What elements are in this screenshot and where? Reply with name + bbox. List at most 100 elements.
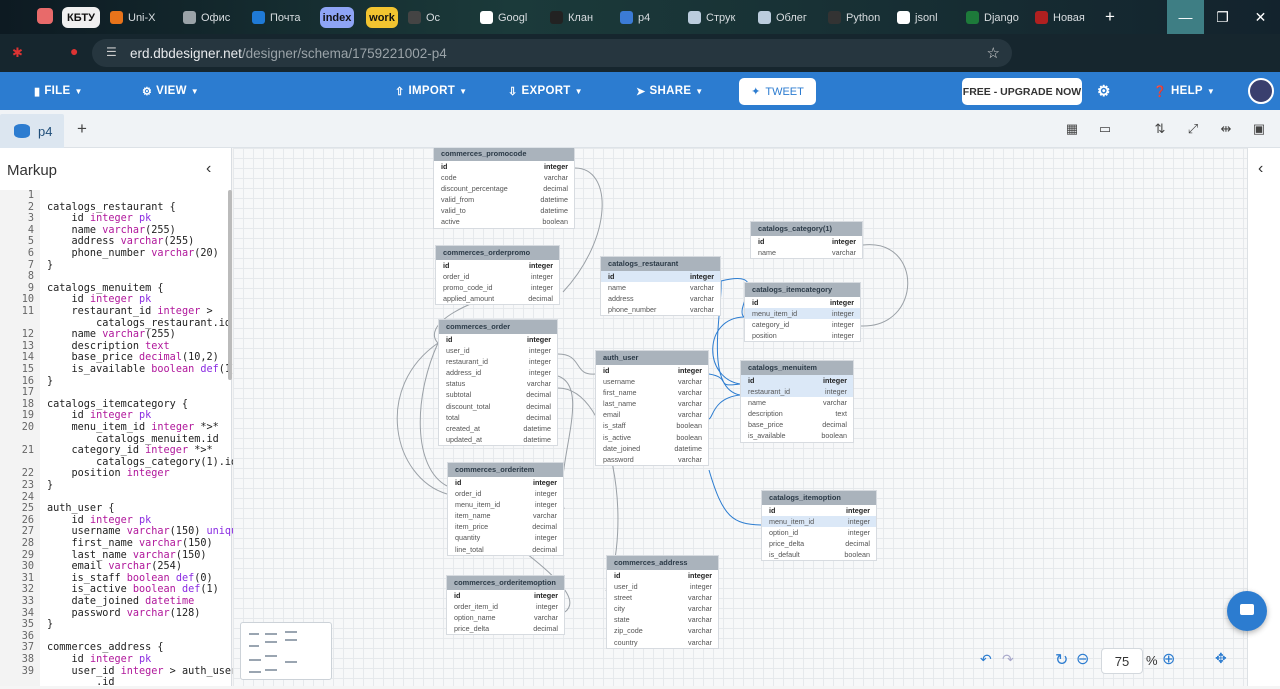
back-icon[interactable]: ✱ xyxy=(12,45,23,61)
er-table[interactable]: commerces_order id integer user_id integer re… xyxy=(438,319,558,446)
table-column-row[interactable]: city varchar xyxy=(607,603,718,614)
browser-tab[interactable]: Ос xyxy=(408,7,466,28)
table-column-row[interactable]: id integer xyxy=(434,161,574,172)
browser-tab[interactable]: Googl xyxy=(480,7,540,28)
expand-panel-icon[interactable]: ‹ xyxy=(1258,160,1263,178)
table-column-row[interactable]: user_id integer xyxy=(439,345,557,356)
browser-tab[interactable]: Uni-X xyxy=(110,7,170,28)
table-column-row[interactable]: id integer xyxy=(447,590,564,601)
bookmark-star-icon[interactable]: ☆ xyxy=(987,44,1000,62)
browser-tab[interactable]: Django xyxy=(966,7,1026,28)
browser-tab[interactable]: Облег xyxy=(758,7,818,28)
table-column-row[interactable]: id integer xyxy=(439,334,557,345)
table-column-row[interactable]: price_delta decimal xyxy=(762,538,876,549)
table-column-row[interactable]: status varchar xyxy=(439,378,557,389)
table-column-row[interactable]: is_default boolean xyxy=(762,549,876,560)
table-column-row[interactable]: line_total decimal xyxy=(448,544,563,555)
table-column-row[interactable]: promo_code_id integer xyxy=(436,282,559,293)
table-column-row[interactable]: country varchar xyxy=(607,637,718,648)
browser-tab[interactable]: p4 xyxy=(620,7,676,28)
er-table[interactable]: commerces_orderitem id integer order_id inte… xyxy=(447,462,564,556)
reset-zoom-icon[interactable]: ↻ xyxy=(1055,650,1068,670)
table-column-row[interactable]: phone_number varchar xyxy=(601,304,720,315)
table-column-row[interactable]: category_id integer xyxy=(745,319,860,330)
table-column-row[interactable]: created_at datetime xyxy=(439,423,557,434)
table-column-row[interactable]: option_id integer xyxy=(762,527,876,538)
table-column-row[interactable]: description text xyxy=(741,408,853,419)
table-header[interactable]: commerces_promocode xyxy=(434,148,574,161)
undo-icon[interactable]: ↶ xyxy=(980,651,992,668)
tweet-button[interactable]: ✦ TWEET xyxy=(739,78,816,105)
table-column-row[interactable]: username varchar xyxy=(596,376,708,387)
table-header[interactable]: catalogs_restaurant xyxy=(601,257,720,271)
upgrade-button[interactable]: FREE - UPGRADE NOW xyxy=(962,78,1082,105)
table-column-row[interactable]: state varchar xyxy=(607,614,718,625)
table-column-row[interactable]: is_staff boolean xyxy=(596,420,708,431)
browser-tab[interactable]: Python xyxy=(828,7,888,28)
table-column-row[interactable]: menu_item_id integer xyxy=(745,308,860,320)
table-column-row[interactable]: position integer xyxy=(745,330,860,341)
table-column-row[interactable]: id integer xyxy=(436,260,559,271)
minimize-button[interactable]: — xyxy=(1167,0,1204,34)
table-column-row[interactable]: discount_percentage decimal xyxy=(434,183,574,194)
table-column-row[interactable]: id integer xyxy=(448,477,563,488)
add-note-icon[interactable]: ▭ xyxy=(1097,121,1113,137)
width-icon[interactable]: ⇹ xyxy=(1218,121,1234,137)
table-column-row[interactable]: total decimal xyxy=(439,412,557,423)
help-menu[interactable]: ❓ HELP ▼ xyxy=(1153,72,1215,110)
table-column-row[interactable]: option_name varchar xyxy=(447,612,564,623)
chat-button[interactable] xyxy=(1227,591,1267,631)
table-column-row[interactable]: id integer xyxy=(762,505,876,516)
zoom-out-icon[interactable]: ⊖ xyxy=(1076,649,1089,669)
tab-search-icon[interactable] xyxy=(37,8,53,24)
table-column-row[interactable]: name varchar xyxy=(601,282,720,293)
export-menu[interactable]: ⇩ EXPORT ▼ xyxy=(508,72,583,110)
settings-gear-icon[interactable]: ⚙ xyxy=(1097,72,1111,110)
table-column-row[interactable]: last_name varchar xyxy=(596,398,708,409)
table-column-row[interactable]: name varchar xyxy=(741,397,853,408)
table-column-row[interactable]: price_delta decimal xyxy=(447,623,564,634)
er-table[interactable]: commerces_orderitemoption id integer order_… xyxy=(446,575,565,636)
table-header[interactable]: auth_user xyxy=(596,351,708,365)
er-table[interactable]: auth_user id integer username varchar first_n… xyxy=(595,350,709,466)
minimap[interactable] xyxy=(240,622,332,680)
table-column-row[interactable]: restaurant_id integer xyxy=(741,386,853,398)
zoom-input[interactable]: 75 xyxy=(1101,648,1143,674)
table-column-row[interactable]: address_id integer xyxy=(439,367,557,378)
address-bar[interactable]: ☰ erd.dbdesigner.net/designer/schema/175… xyxy=(92,39,1012,67)
table-column-row[interactable]: menu_item_id integer xyxy=(762,516,876,528)
view-menu[interactable]: ⚙ VIEW ▼ xyxy=(142,72,199,110)
browser-tab[interactable]: Почта xyxy=(252,7,308,28)
table-column-row[interactable]: is_active boolean xyxy=(596,432,708,443)
share-menu[interactable]: ➤ SHARE ▼ xyxy=(636,72,704,110)
redo-icon[interactable]: ↷ xyxy=(1002,651,1014,668)
table-column-row[interactable]: item_price decimal xyxy=(448,521,563,532)
table-column-row[interactable]: item_name varchar xyxy=(448,510,563,521)
table-column-row[interactable]: name varchar xyxy=(751,247,862,258)
new-tab-button[interactable]: + xyxy=(1100,7,1120,27)
table-column-row[interactable]: id integer xyxy=(745,297,860,308)
er-table[interactable]: catalogs_itemcategory id integer menu_item_… xyxy=(744,282,861,343)
table-header[interactable]: commerces_orderitem xyxy=(448,463,563,477)
table-column-row[interactable]: base_price decimal xyxy=(741,419,853,430)
add-table-icon[interactable]: ▦ xyxy=(1064,121,1080,137)
table-column-row[interactable]: first_name varchar xyxy=(596,387,708,398)
browser-tab[interactable]: Офис xyxy=(183,7,239,28)
table-header[interactable]: commerces_orderitemoption xyxy=(447,576,564,590)
browser-tab[interactable]: Струк xyxy=(688,7,748,28)
pan-move-icon[interactable]: ✥ xyxy=(1215,650,1227,667)
table-column-row[interactable]: date_joined datetime xyxy=(596,443,708,454)
browser-tab[interactable]: КБТУ xyxy=(62,7,100,28)
table-header[interactable]: catalogs_itemcategory xyxy=(745,283,860,297)
table-column-row[interactable]: applied_amount decimal xyxy=(436,293,559,304)
table-column-row[interactable]: id integer xyxy=(601,271,720,283)
table-column-row[interactable]: order_item_id integer xyxy=(447,601,564,612)
collapse-panel-icon[interactable]: ‹ xyxy=(206,160,211,178)
fullscreen-icon[interactable]: ▣ xyxy=(1251,121,1267,137)
table-column-row[interactable]: zip_code varchar xyxy=(607,625,718,636)
close-window-button[interactable]: ✕ xyxy=(1242,0,1279,34)
maximize-button[interactable]: ❐ xyxy=(1204,0,1241,34)
zoom-in-icon[interactable]: ⊕ xyxy=(1162,649,1175,669)
table-column-row[interactable]: id integer xyxy=(751,236,862,247)
browser-tab[interactable]: index xyxy=(320,7,354,28)
